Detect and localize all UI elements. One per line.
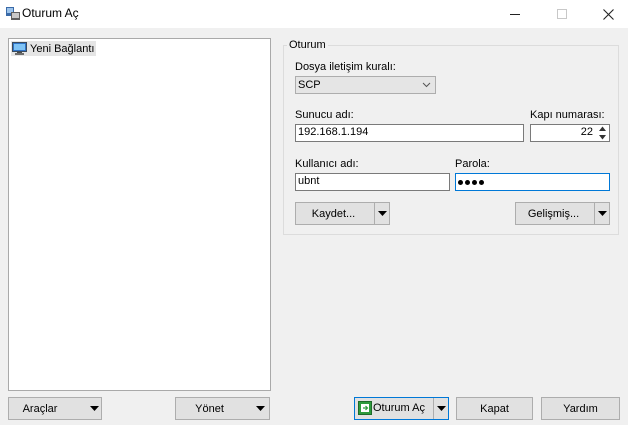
help-button-label: Yardım — [563, 402, 598, 415]
dropdown-arrow-icon — [597, 211, 607, 216]
sidebar-item-new-connection[interactable]: Yeni Bağlantı — [11, 41, 97, 56]
help-button[interactable]: Yardım — [541, 397, 620, 420]
save-button-label: Kaydet... — [311, 207, 356, 220]
session-list[interactable]: Yeni Bağlantı — [8, 38, 271, 391]
save-button[interactable]: Kaydet... — [295, 202, 390, 225]
host-label: Sunucu adı: — [295, 109, 354, 121]
login-button[interactable]: Oturum Aç — [354, 397, 449, 420]
protocol-select[interactable]: SCP — [295, 76, 436, 94]
maximize-icon — [557, 9, 567, 19]
minimize-icon — [510, 13, 520, 15]
protocol-label: Dosya iletişim kuralı: — [295, 61, 396, 73]
sidebar-item-label: Yeni Bağlantı — [30, 42, 95, 55]
tools-button[interactable]: Araçlar — [8, 397, 102, 420]
user-label: Kullanıcı adı: — [295, 158, 359, 170]
password-dot — [458, 179, 463, 185]
manage-button[interactable]: Yönet — [175, 397, 270, 420]
user-input[interactable]: ubnt — [295, 173, 450, 191]
password-dot — [472, 179, 477, 185]
login-icon — [358, 401, 372, 415]
password-mask — [458, 175, 607, 189]
chevron-up-icon[interactable] — [598, 126, 606, 131]
close-dialog-button[interactable]: Kapat — [456, 397, 533, 420]
chevron-down-icon[interactable] — [598, 135, 606, 140]
password-label: Parola: — [455, 158, 490, 170]
session-group-title: Oturum — [287, 39, 328, 51]
port-value: 22 — [580, 126, 593, 138]
save-dropdown[interactable] — [375, 203, 389, 224]
login-dropdown[interactable] — [434, 398, 448, 419]
window-title: Oturum Aç — [22, 6, 79, 20]
tools-button-label: Araçlar — [22, 402, 58, 415]
protocol-value: SCP — [298, 79, 321, 91]
app-icon — [5, 5, 21, 21]
dropdown-arrow-icon — [436, 406, 446, 411]
host-input[interactable]: 192.168.1.194 — [295, 124, 524, 142]
host-value: 192.168.1.194 — [298, 126, 369, 138]
dropdown-arrow-icon — [377, 211, 387, 216]
minimize-button[interactable] — [492, 0, 538, 28]
computer-icon — [12, 42, 27, 55]
advanced-dropdown[interactable] — [595, 203, 609, 224]
user-value: ubnt — [298, 175, 320, 187]
advanced-button-label: Gelişmiş... — [527, 207, 580, 220]
close-button-label: Kapat — [480, 402, 509, 415]
password-field[interactable] — [455, 173, 610, 191]
login-button-label: Oturum Aç — [373, 402, 425, 414]
port-stepper-arrows[interactable] — [596, 126, 608, 140]
port-label: Kapı numarası: — [530, 109, 605, 121]
password-dot — [465, 179, 470, 185]
close-button[interactable] — [585, 0, 628, 28]
dropdown-arrow-icon — [256, 406, 265, 411]
close-icon — [602, 8, 614, 20]
manage-button-label: Yönet — [195, 402, 224, 415]
maximize-button[interactable] — [539, 0, 585, 28]
advanced-button[interactable]: Gelişmiş... — [515, 202, 610, 225]
port-stepper[interactable]: 22 — [530, 124, 610, 142]
dropdown-arrow-icon — [90, 406, 99, 411]
password-dot — [479, 179, 484, 185]
chevron-down-icon — [422, 82, 431, 88]
